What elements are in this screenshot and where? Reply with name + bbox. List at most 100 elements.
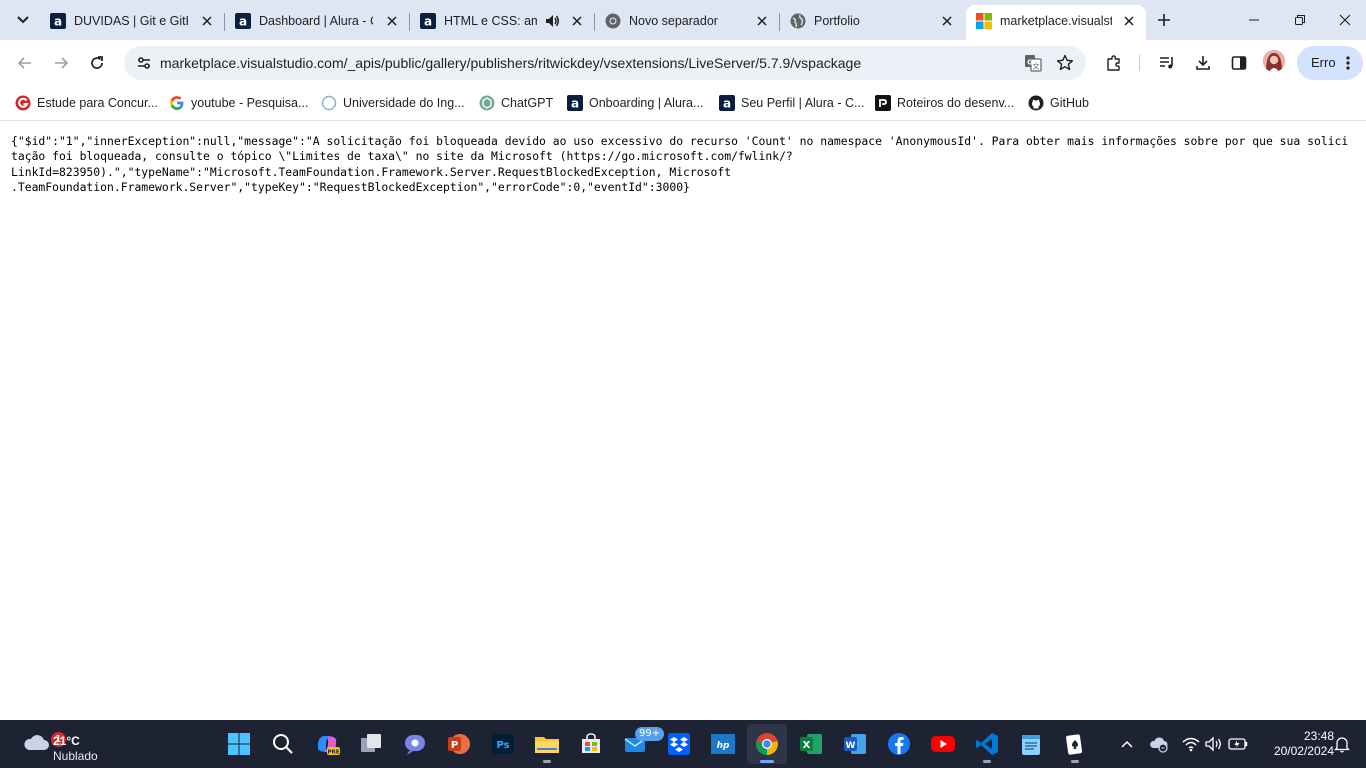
media-controls-button[interactable] bbox=[1152, 48, 1182, 78]
bookmark-onboarding[interactable]: a Onboarding | Alura... bbox=[567, 92, 703, 114]
svg-text:a: a bbox=[571, 97, 579, 111]
bookmark-label: Seu Perfil | Alura - C... bbox=[741, 96, 865, 110]
reload-button[interactable] bbox=[82, 48, 112, 78]
vscode-app[interactable] bbox=[967, 724, 1007, 764]
wifi-tray[interactable] bbox=[1179, 732, 1203, 756]
copilot-icon: PRE bbox=[317, 736, 340, 756]
red-g-icon bbox=[15, 95, 31, 111]
wifi-icon bbox=[1182, 737, 1200, 752]
bookmark-youtube-search[interactable]: youtube - Pesquisa... bbox=[169, 92, 308, 114]
extensions-button[interactable] bbox=[1099, 48, 1129, 78]
svg-text:a: a bbox=[723, 97, 731, 111]
bookmark-universidade[interactable]: Universidade do Ing... bbox=[321, 92, 465, 114]
youtube-app[interactable] bbox=[923, 724, 963, 764]
tab-duvidas[interactable]: a DUVIDAS | Git e GitHub bbox=[40, 5, 225, 40]
volume-icon bbox=[1205, 736, 1221, 752]
downloads-button[interactable] bbox=[1188, 48, 1218, 78]
dropbox-app[interactable] bbox=[659, 724, 699, 764]
close-tab-button[interactable] bbox=[1120, 12, 1138, 30]
onedrive-tray[interactable] bbox=[1147, 732, 1171, 756]
photoshop-app[interactable]: Ps bbox=[483, 724, 523, 764]
taskbar-search[interactable] bbox=[263, 724, 303, 764]
close-icon bbox=[1339, 14, 1351, 26]
bookmark-seu-perfil[interactable]: a Seu Perfil | Alura - C... bbox=[719, 92, 864, 114]
minimize-icon bbox=[1249, 19, 1259, 21]
bookmark-label: Universidade do Ing... bbox=[343, 96, 465, 110]
profile-avatar[interactable] bbox=[1263, 50, 1285, 72]
bookmark-github[interactable]: GitHub bbox=[1028, 92, 1089, 114]
translate-icon[interactable]: G文 bbox=[1021, 51, 1045, 75]
chevron-up-icon bbox=[1121, 740, 1133, 748]
facebook-app[interactable] bbox=[879, 724, 919, 764]
close-tab-button[interactable] bbox=[938, 12, 956, 30]
back-button[interactable] bbox=[10, 48, 40, 78]
close-tab-button[interactable] bbox=[568, 12, 586, 30]
close-tab-button[interactable] bbox=[753, 12, 771, 30]
clock[interactable]: 23:48 20/02/2024 bbox=[1256, 729, 1334, 759]
svg-text:X: X bbox=[803, 740, 811, 751]
volume-tray[interactable] bbox=[1202, 732, 1226, 756]
side-panel-button[interactable] bbox=[1224, 48, 1254, 78]
tab-dashboard[interactable]: a Dashboard | Alura - Cursos bbox=[225, 5, 410, 40]
tab-html-css[interactable]: a HTML e CSS: ambiente bbox=[410, 5, 595, 40]
photoshop-icon: Ps bbox=[492, 734, 514, 754]
powerpoint-app[interactable]: P bbox=[439, 724, 479, 764]
profile-error-button[interactable]: Erro bbox=[1297, 46, 1363, 80]
browser-toolbar: marketplace.visualstudio.com/_apis/publi… bbox=[0, 40, 1366, 86]
start-button[interactable] bbox=[219, 724, 259, 764]
bell-icon bbox=[1334, 737, 1350, 753]
solitaire-app[interactable] bbox=[1055, 724, 1095, 764]
tray-overflow[interactable] bbox=[1115, 732, 1139, 756]
speaker-icon[interactable] bbox=[544, 13, 560, 29]
hp-app[interactable]: hp bbox=[703, 724, 743, 764]
solitaire-icon bbox=[1066, 734, 1083, 755]
chrome-app[interactable] bbox=[747, 724, 787, 764]
address-bar[interactable]: marketplace.visualstudio.com/_apis/publi… bbox=[124, 46, 1086, 80]
circle-icon bbox=[321, 95, 337, 111]
restore-button[interactable] bbox=[1277, 0, 1323, 40]
svg-text:P: P bbox=[451, 740, 458, 751]
file-explorer-app[interactable] bbox=[527, 724, 567, 764]
battery-icon bbox=[1228, 738, 1248, 750]
tab-new-tab[interactable]: Novo separador bbox=[595, 5, 780, 40]
excel-icon: X bbox=[800, 734, 822, 754]
weather-widget[interactable]: 1 21°C Nublado bbox=[18, 726, 138, 763]
bookmark-star-icon[interactable] bbox=[1053, 51, 1077, 75]
forward-button[interactable] bbox=[46, 48, 76, 78]
teams-app[interactable] bbox=[395, 724, 435, 764]
powerpoint-icon: P bbox=[448, 734, 470, 754]
bookmark-roteiros[interactable]: Roteiros do desenv... bbox=[875, 92, 1014, 114]
bookmark-estude[interactable]: Estude para Concur... bbox=[15, 92, 158, 114]
close-tab-button[interactable] bbox=[383, 12, 401, 30]
close-window-button[interactable] bbox=[1322, 0, 1366, 40]
excel-app[interactable]: X bbox=[791, 724, 831, 764]
new-tab-button[interactable] bbox=[1151, 7, 1177, 33]
word-app[interactable]: W bbox=[835, 724, 875, 764]
url-text[interactable]: marketplace.visualstudio.com/_apis/publi… bbox=[160, 55, 861, 71]
copilot-app[interactable]: PRE bbox=[307, 724, 347, 764]
notepad-app[interactable] bbox=[1011, 724, 1051, 764]
alura-icon: a bbox=[50, 13, 66, 29]
bookmark-chatgpt[interactable]: ChatGPT bbox=[479, 92, 553, 114]
facebook-icon bbox=[888, 733, 910, 755]
site-settings-icon[interactable] bbox=[132, 51, 156, 75]
youtube-icon bbox=[931, 736, 955, 752]
task-view-app[interactable] bbox=[351, 724, 391, 764]
chevron-down-icon bbox=[17, 16, 29, 24]
notifications-tray[interactable] bbox=[1330, 732, 1354, 756]
store-app[interactable] bbox=[571, 724, 611, 764]
toolbar-separator bbox=[1139, 55, 1140, 71]
tab-portfolio[interactable]: Portfolio bbox=[780, 5, 964, 40]
weather-description: Nublado bbox=[53, 749, 98, 763]
battery-tray[interactable] bbox=[1226, 732, 1250, 756]
cloud-icon bbox=[24, 735, 49, 750]
tab-search-button[interactable] bbox=[9, 7, 37, 33]
tab-title: DUVIDAS | Git e GitHub bbox=[74, 14, 188, 28]
svg-text:文: 文 bbox=[1033, 62, 1040, 71]
minimize-button[interactable] bbox=[1231, 0, 1277, 40]
tab-marketplace[interactable]: marketplace.visualstudio.com bbox=[966, 5, 1146, 40]
close-tab-button[interactable] bbox=[198, 12, 216, 30]
svg-text:PRE: PRE bbox=[327, 750, 339, 756]
restore-icon bbox=[1295, 15, 1305, 25]
mail-app[interactable]: 99+ bbox=[615, 724, 665, 764]
